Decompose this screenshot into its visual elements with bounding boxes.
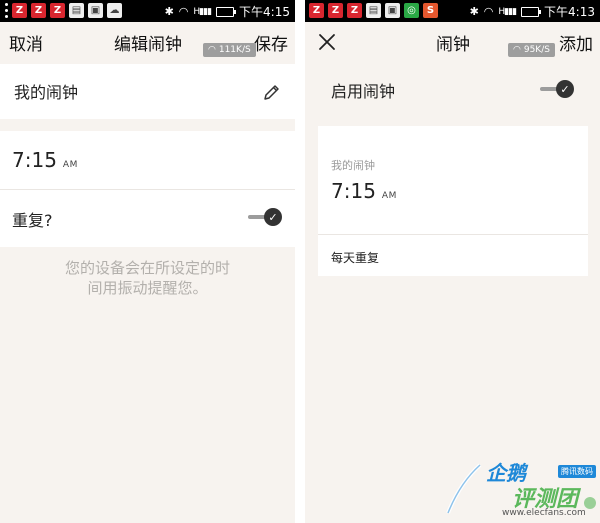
divider xyxy=(0,189,295,190)
wifi-icon: ◠ xyxy=(178,5,189,18)
network-speed-badge: ◠ 95K/S xyxy=(508,43,555,57)
vibration-hint: 您的设备会在所设定的时 间用振动提醒您。 xyxy=(0,258,295,298)
overflow-dots-icon xyxy=(4,3,8,18)
wechat-icon: ◎ xyxy=(404,3,419,18)
status-bar: Z Z Z ▤ ▣ ☁ ✱ ◠ H▮▮▮ 下午4:15 xyxy=(0,0,295,22)
wechat-icon: ☁ xyxy=(107,3,122,18)
check-toggle-icon: ✓ xyxy=(556,80,574,98)
page-title: 编辑闹钟 xyxy=(114,35,182,55)
hint-line-2: 间用振动提醒您。 xyxy=(87,279,208,297)
alarm-name-row[interactable]: 我的闹钟 xyxy=(0,64,295,119)
watermark-url: www.elecfans.com xyxy=(502,508,586,518)
image-icon: ▣ xyxy=(385,3,400,18)
alarm-list-screen: Z Z Z ▤ ▣ ◎ S ✱ ◠ H▮▮▮ 下午4:13 闹钟 添加 ◠ 95… xyxy=(305,0,600,523)
watermark-logo: 企鹅 评测团 腾讯数码 www.elecfans.com xyxy=(440,453,600,523)
check-toggle-icon: ✓ xyxy=(264,208,282,226)
notification-z-icon: Z xyxy=(309,3,324,18)
alarm-time-value: 7:15 xyxy=(12,148,57,172)
watermark-badge: 腾讯数码 xyxy=(558,465,596,478)
battery-icon xyxy=(521,6,542,17)
notification-z-icon: Z xyxy=(50,3,65,18)
pencil-icon[interactable] xyxy=(262,82,282,102)
wifi-icon: ◠ xyxy=(208,45,216,55)
status-time: 下午4:15 xyxy=(239,5,290,19)
alarm-time-value: 7:15 xyxy=(331,179,376,203)
status-bar: Z Z Z ▤ ▣ ◎ S ✱ ◠ H▮▮▮ 下午4:13 xyxy=(305,0,600,22)
edit-alarm-screen: Z Z Z ▤ ▣ ☁ ✱ ◠ H▮▮▮ 下午4:15 取消 编辑闹钟 保存 ◠… xyxy=(0,0,295,523)
wifi-icon: ◠ xyxy=(513,45,521,55)
notification-z-icon: Z xyxy=(328,3,343,18)
hint-line-1: 您的设备会在所设定的时 xyxy=(64,259,230,277)
repeat-toggle[interactable]: ✓ xyxy=(248,207,282,227)
battery-icon xyxy=(216,6,237,17)
box-icon: ▤ xyxy=(69,3,84,18)
notification-z-icon: Z xyxy=(31,3,46,18)
screenshot-divider xyxy=(295,0,305,523)
notification-z-icon: Z xyxy=(12,3,27,18)
wifi-icon: ◠ xyxy=(483,5,494,18)
alarm-card[interactable]: 我的闹钟 7:15 AM 每天重复 xyxy=(318,126,588,276)
alarm-ampm: AM xyxy=(62,160,78,170)
alarm-time: 7:15 AM xyxy=(331,179,397,203)
notification-z-icon: Z xyxy=(347,3,362,18)
box-icon: ▤ xyxy=(366,3,381,18)
repeat-text: 每天重复 xyxy=(331,251,380,265)
bluetooth-icon: ✱ xyxy=(469,5,479,18)
enable-alarm-label: 启用闹钟 xyxy=(331,82,396,101)
divider xyxy=(318,234,588,235)
sogou-icon: S xyxy=(423,3,438,18)
enable-alarm-toggle[interactable]: ✓ xyxy=(540,79,574,99)
network-speed-text: 95K/S xyxy=(523,45,550,55)
cancel-button[interactable]: 取消 xyxy=(9,30,43,55)
status-time: 下午4:13 xyxy=(544,5,595,19)
bluetooth-icon: ✱ xyxy=(164,5,174,18)
alarm-ampm: AM xyxy=(381,191,397,201)
image-icon: ▣ xyxy=(88,3,103,18)
page-title: 闹钟 xyxy=(436,35,470,55)
repeat-label: 重复? xyxy=(12,211,53,230)
alarm-settings-card: 7:15 AM 重复? ✓ xyxy=(0,131,295,247)
save-button[interactable]: 保存 xyxy=(254,30,288,55)
signal-icon: H▮▮▮ xyxy=(498,6,517,17)
alarm-name: 我的闹钟 xyxy=(331,159,375,172)
add-button[interactable]: 添加 xyxy=(559,30,593,55)
close-icon[interactable] xyxy=(317,32,337,52)
network-speed-badge: ◠ 111K/S xyxy=(203,43,256,57)
alarm-time[interactable]: 7:15 AM xyxy=(12,148,78,172)
alarm-name: 我的闹钟 xyxy=(14,83,79,102)
signal-icon: H▮▮▮ xyxy=(193,6,212,17)
network-speed-text: 111K/S xyxy=(218,45,251,55)
app-bar: 闹钟 添加 xyxy=(305,22,600,62)
